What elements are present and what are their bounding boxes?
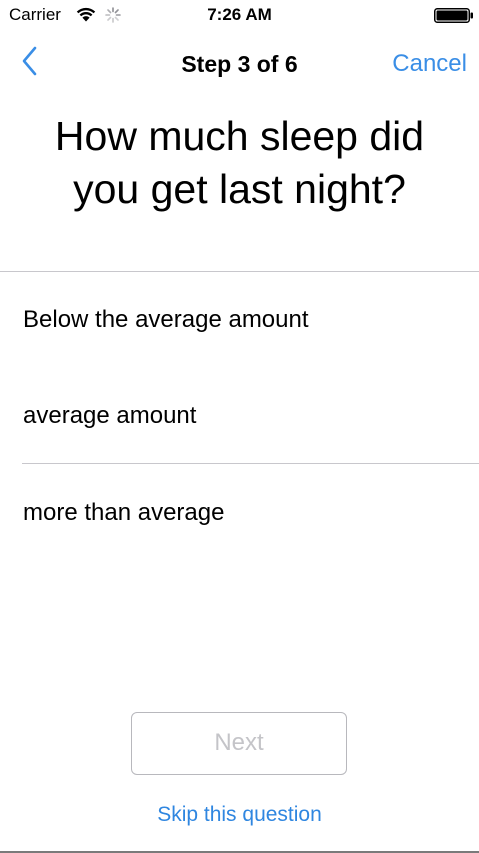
option-label: average amount (23, 402, 197, 429)
question-line-1: How much sleep did (54, 113, 425, 159)
battery-icon (434, 8, 473, 23)
answer-option-more-than-average[interactable]: more than average (0, 464, 479, 560)
status-time: 7:26 AM (207, 5, 272, 24)
nav-bar: Step 3 of 6 Cancel (0, 30, 479, 96)
option-label: Below the average amount (23, 306, 309, 333)
skip-question-link[interactable]: Skip this question (0, 802, 479, 828)
answer-option-average[interactable]: average amount (0, 368, 479, 464)
answer-option-below-average[interactable]: Below the average amount (0, 272, 479, 368)
next-button[interactable]: Next (131, 712, 347, 775)
cancel-button[interactable]: Cancel (392, 50, 467, 78)
question-heading: How much sleep did you get last night? (20, 110, 459, 216)
option-label: more than average (23, 499, 225, 526)
status-bar: Carrier 7:26 AM (0, 0, 479, 30)
question-line-2: you get last night? (73, 166, 406, 212)
